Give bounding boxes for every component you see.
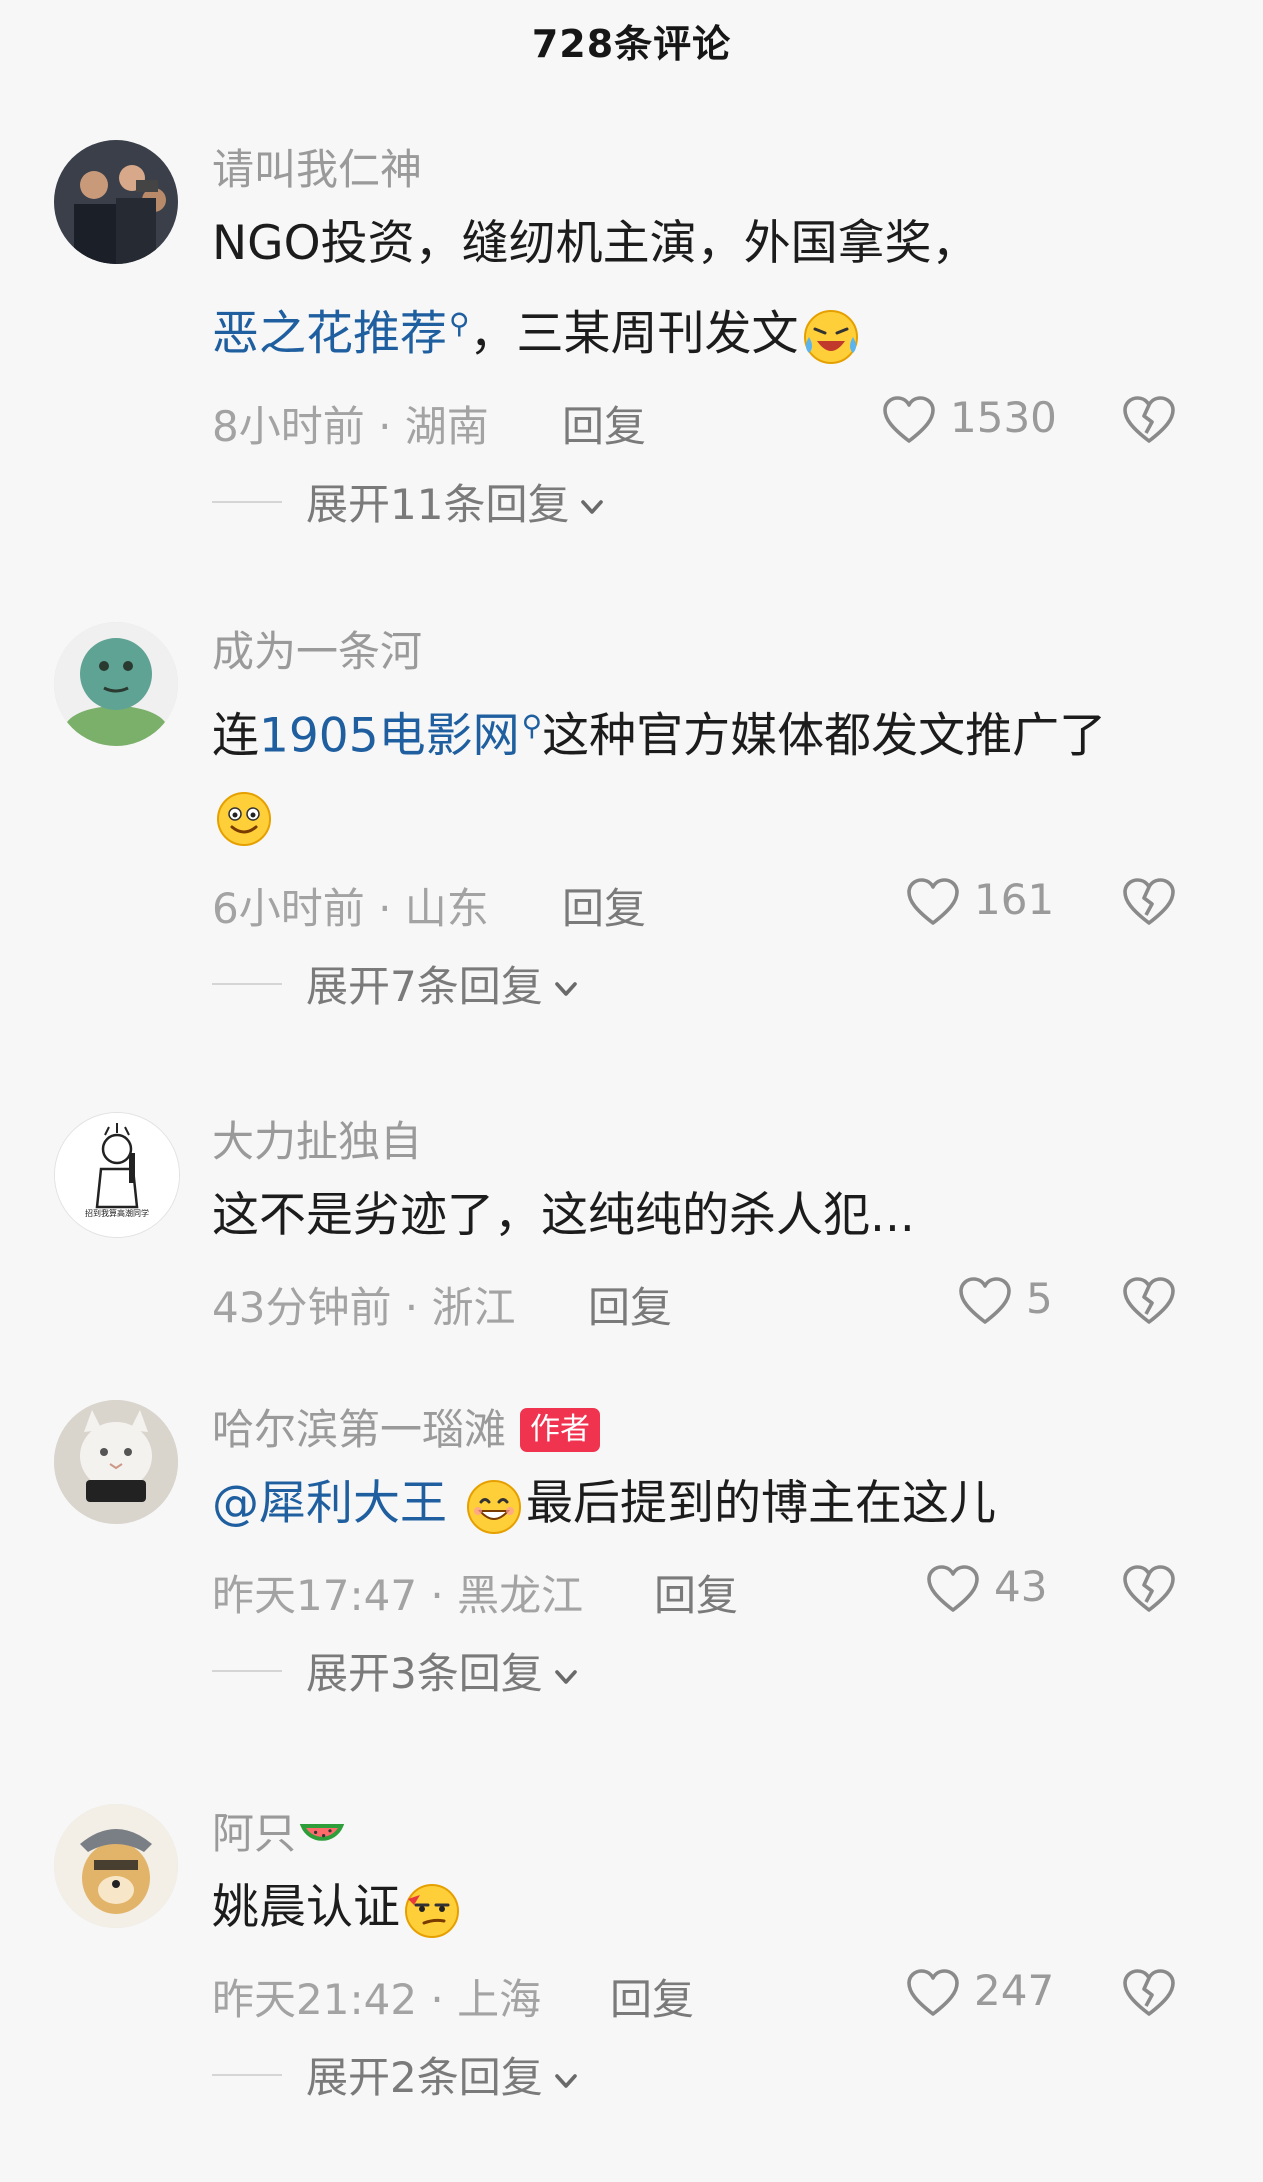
divider [212,500,282,503]
avatar[interactable] [54,140,178,264]
comment-text: NGO投资，缝纫机主演，外国拿奖， 恶之花推荐⚲，三某周刊发文 [212,204,1222,375]
comment-text: 姚晨认证 [212,1868,1222,1948]
broken-heart-icon[interactable] [1122,1564,1176,1614]
chevron-down-icon [549,1660,583,1694]
like-count: 1530 [950,392,1057,442]
comment-meta: 8小时前 · 湖南 回复 1530 [212,375,1222,461]
comment-time-location: 6小时前 · 山东 [212,883,489,933]
username[interactable]: 哈尔滨第一瑙滩 [212,1400,506,1460]
comment-meta: 昨天21:42 · 上海 回复 247 [212,1948,1222,2034]
comment-text: 这不是劣迹了，这纯纯的杀人犯... [212,1188,915,1243]
expand-replies[interactable]: 展开2条回复 [212,2034,1222,2114]
avatar[interactable] [54,1400,178,1524]
avatar[interactable] [54,622,178,746]
comment-meta: 6小时前 · 山东 回复 161 [212,857,1222,943]
chevron-down-icon [575,490,609,524]
comment-text: 连1905电影网⚲这种官方媒体都发文推广了 [212,686,1222,857]
grin-emoji-icon [464,1477,524,1537]
expand-replies-label: 展开7条回复 [306,961,543,1011]
like-count: 161 [974,874,1055,924]
comment-count-title: 728条评论 [531,21,732,66]
comment-meta: 昨天17:47 · 黑龙江 回复 43 [212,1544,1222,1630]
search-icon[interactable]: ⚲ [449,307,470,340]
expand-replies[interactable]: 展开11条回复 [212,461,1222,541]
avatar-caption: 招到我算高潮同学 [85,1209,149,1218]
like-count: 43 [994,1562,1048,1611]
comment-time-location: 43分钟前 · 浙江 [212,1283,516,1332]
expand-replies[interactable]: 展开7条回复 [212,943,1222,1023]
broken-heart-icon[interactable] [1122,1968,1176,2018]
avatar[interactable]: 招到我算高潮同学 [54,1112,180,1238]
watermelon-icon [298,1810,346,1858]
comment-time-location: 昨天21:42 · 上海 [212,1975,542,2024]
smile-emoji-icon [214,789,274,849]
expand-replies[interactable]: 展开3条回复 [212,1630,1222,1710]
comment-text-part: 姚晨认证 [212,1880,400,1935]
reply-button[interactable]: 回复 [588,1274,672,1335]
broken-heart-icon[interactable] [1122,877,1176,927]
username-row: 哈尔滨第一瑙滩 作者 [212,1400,1222,1460]
username[interactable]: 请叫我仁神 [212,140,1222,200]
reply-button[interactable]: 回复 [654,1562,738,1623]
comments-header: 728条评论 [0,0,1263,80]
expand-replies-label: 展开2条回复 [306,2053,543,2102]
like-count: 5 [1026,1274,1053,1323]
heart-outline-icon[interactable] [882,395,936,445]
broken-heart-icon[interactable] [1122,395,1176,445]
comment-text-part: 最后提到的博主在这儿 [525,1476,996,1531]
heart-outline-icon[interactable] [958,1276,1012,1326]
expand-replies-label: 展开3条回复 [306,1649,543,1698]
comment-text-part: 连 [212,708,259,764]
username-row: 阿只 [212,1804,1222,1864]
chevron-down-icon [549,2064,583,2098]
broken-heart-icon[interactable] [1122,1276,1176,1326]
smirk-emoji-icon [402,1881,462,1941]
reply-button[interactable]: 回复 [562,875,646,936]
chevron-down-icon [549,972,583,1006]
username[interactable]: 大力扯独自 [212,1112,1222,1172]
author-badge: 作者 [520,1408,601,1452]
search-icon[interactable]: ⚲ [522,709,543,742]
heart-outline-icon[interactable] [906,1968,960,2018]
username[interactable]: 成为一条河 [212,622,1222,682]
heart-outline-icon[interactable] [906,877,960,927]
heart-outline-icon[interactable] [926,1564,980,1614]
avatar[interactable] [54,1804,178,1928]
username[interactable]: 阿只 [212,1804,296,1864]
like-count: 247 [974,1966,1055,2015]
mention-link[interactable]: @犀利大王 [212,1476,447,1531]
comment-text-part: ，三某周刊发文 [469,306,799,362]
reply-button[interactable]: 回复 [562,393,646,454]
expand-replies-label: 展开11条回复 [306,479,570,529]
divider [212,1670,282,1672]
comment-time-location: 昨天17:47 · 黑龙江 [212,1571,584,1620]
search-link[interactable]: 恶之花推荐 [212,307,447,362]
search-link[interactable]: 1905电影网 [259,709,520,764]
comment-text-part: 这种官方媒体都发文推广了 [542,708,1107,764]
comment-meta: 43分钟前 · 浙江 回复 5 [212,1256,1222,1342]
comment-text: @犀利大王 最后提到的博主在这儿 [212,1464,1222,1544]
comment-text-part: NGO投资，缝纫机主演，外国拿奖， [212,216,979,271]
laughing-crying-emoji-icon [801,307,861,367]
divider [212,2074,282,2076]
divider [212,982,282,985]
comment-time-location: 8小时前 · 湖南 [212,401,489,451]
reply-button[interactable]: 回复 [610,1966,694,2027]
